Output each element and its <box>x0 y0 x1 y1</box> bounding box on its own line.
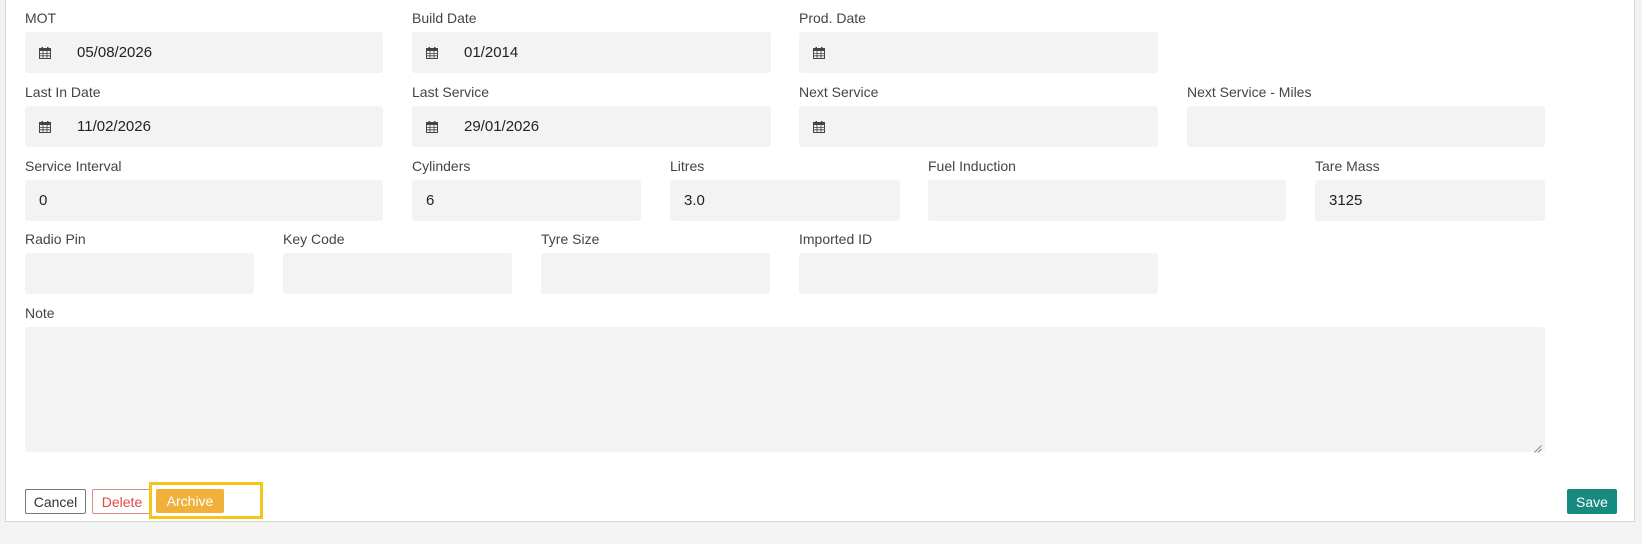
cylinders-input[interactable]: 6 <box>412 180 641 221</box>
note-textarea[interactable] <box>25 327 1545 453</box>
build-date-value: 01/2014 <box>464 44 519 61</box>
imported-id-input[interactable] <box>799 253 1158 294</box>
tare-mass-label: Tare Mass <box>1315 158 1380 174</box>
calendar-icon <box>813 120 825 133</box>
fuel-induction-input[interactable] <box>928 180 1286 221</box>
next-service-input[interactable] <box>799 106 1158 147</box>
service-interval-label: Service Interval <box>25 158 122 174</box>
mot-input[interactable]: 05/08/2026 <box>25 32 383 73</box>
litres-input[interactable]: 3.0 <box>670 180 900 221</box>
last-service-label: Last Service <box>412 84 490 100</box>
next-service-label: Next Service <box>799 84 879 100</box>
last-service-input[interactable]: 29/01/2026 <box>412 106 771 147</box>
last-in-date-label: Last In Date <box>25 84 101 100</box>
service-interval-value: 0 <box>39 192 48 209</box>
last-service-value: 29/01/2026 <box>464 118 540 135</box>
cancel-button[interactable]: Cancel <box>25 489 86 514</box>
tyre-size-input[interactable] <box>541 253 770 294</box>
note-field: Note <box>25 305 1545 453</box>
calendar-icon <box>39 46 51 59</box>
key-code-input[interactable] <box>283 253 512 294</box>
last-in-date-value: 11/02/2026 <box>77 118 151 135</box>
cylinders-value: 6 <box>426 192 435 209</box>
radio-pin-input[interactable] <box>25 253 254 294</box>
archive-button[interactable]: Archive <box>156 489 224 513</box>
cylinders-label: Cylinders <box>412 158 471 174</box>
calendar-icon <box>426 120 438 133</box>
tyre-size-label: Tyre Size <box>541 231 600 247</box>
service-interval-input[interactable]: 0 <box>25 180 383 221</box>
archive-highlight: Archive <box>149 482 263 519</box>
mot-label: MOT <box>25 10 57 26</box>
tare-mass-input[interactable]: 3125 <box>1315 180 1545 221</box>
build-date-label: Build Date <box>412 10 477 26</box>
key-code-label: Key Code <box>283 231 345 247</box>
fuel-induction-label: Fuel Induction <box>928 158 1016 174</box>
imported-id-label: Imported ID <box>799 231 873 247</box>
mot-value: 05/08/2026 <box>77 44 153 61</box>
calendar-icon <box>426 46 438 59</box>
next-service-miles-label: Next Service - Miles <box>1187 84 1312 100</box>
prod-date-input[interactable] <box>799 32 1158 73</box>
tare-mass-value: 3125 <box>1329 192 1363 209</box>
calendar-icon <box>39 120 51 133</box>
last-in-date-input[interactable]: 11/02/2026 <box>25 106 383 147</box>
build-date-input[interactable]: 01/2014 <box>412 32 771 73</box>
calendar-icon <box>813 46 825 59</box>
resize-grip-icon[interactable] <box>1533 440 1542 453</box>
delete-button[interactable]: Delete <box>92 489 152 514</box>
litres-value: 3.0 <box>684 192 705 209</box>
next-service-miles-input[interactable] <box>1187 106 1545 147</box>
save-button[interactable]: Save <box>1567 489 1617 514</box>
litres-label: Litres <box>670 158 705 174</box>
prod-date-label: Prod. Date <box>799 10 866 26</box>
note-label: Note <box>25 305 55 321</box>
radio-pin-label: Radio Pin <box>25 231 86 247</box>
